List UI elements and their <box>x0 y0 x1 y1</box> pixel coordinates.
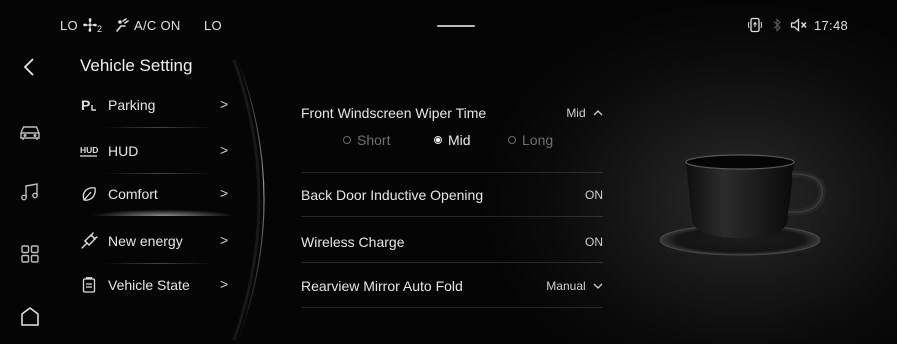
bluetooth-icon <box>772 17 782 33</box>
back-door-toggle[interactable]: ON <box>585 188 603 202</box>
menu-item-label: HUD <box>108 143 139 159</box>
back-door-label: Back Door Inductive Opening <box>301 187 484 203</box>
row-divider <box>301 172 603 173</box>
vehicle-setting-screen: LO 2 A/C ON LO 17:48 Vehicle Setting P P… <box>0 0 897 344</box>
mute-icon[interactable] <box>790 17 810 33</box>
left-rail <box>0 48 62 344</box>
new-energy-icon <box>80 232 98 250</box>
chevron-right-icon: > <box>220 276 229 292</box>
fan-level: 2 <box>97 24 103 34</box>
wireless-charge-toggle[interactable]: ON <box>585 235 603 249</box>
drag-handle[interactable] <box>437 25 475 27</box>
option-label: Short <box>357 132 391 148</box>
music-icon[interactable] <box>16 178 44 206</box>
wiper-option-mid[interactable]: Mid <box>434 132 471 148</box>
hud-icon: HUD <box>80 142 98 160</box>
row-divider <box>301 216 603 217</box>
apps-icon[interactable] <box>16 240 44 268</box>
chevron-down-icon <box>593 283 603 289</box>
wiper-option-long[interactable]: Long <box>508 132 553 148</box>
chevron-right-icon: > <box>220 96 229 112</box>
radio-icon <box>508 136 516 144</box>
chevron-up-icon <box>593 110 603 116</box>
mirror-fold-dropdown[interactable]: Manual <box>546 279 603 293</box>
chevron-right-icon: > <box>220 142 229 158</box>
wireless-charge-label: Wireless Charge <box>301 234 405 250</box>
ac-status[interactable]: A/C ON <box>134 18 181 33</box>
menu-item-label: New energy <box>108 233 183 249</box>
menu-item-label: Vehicle State <box>108 277 190 293</box>
left-temp[interactable]: LO <box>60 18 78 33</box>
coffee-cup-illustration <box>659 154 826 256</box>
radio-icon <box>343 136 351 144</box>
menu-item-comfort[interactable]: Comfort > <box>80 171 240 217</box>
radio-selected-icon <box>434 136 442 144</box>
mirror-fold-label: Rearview Mirror Auto Fold <box>301 278 463 294</box>
fan-icon[interactable] <box>82 17 98 33</box>
comfort-icon <box>80 185 98 203</box>
right-temp[interactable]: LO <box>204 18 222 33</box>
chevron-right-icon: > <box>220 232 229 248</box>
row-divider <box>301 307 603 308</box>
mirror-fold-value: Manual <box>546 279 586 293</box>
menu-item-hud[interactable]: HUD HUD > <box>80 128 240 174</box>
svg-text:P: P <box>81 97 90 113</box>
wiper-time-row[interactable]: Front Windscreen Wiper Time Mid <box>301 92 603 132</box>
wiper-option-short[interactable]: Short <box>343 132 390 148</box>
status-bar: LO 2 A/C ON LO 17:48 <box>0 0 897 48</box>
back-door-row[interactable]: Back Door Inductive Opening ON <box>301 174 603 214</box>
page-title: Vehicle Setting <box>80 56 193 75</box>
menu-item-vehicle-state[interactable]: Vehicle State > <box>80 262 240 308</box>
wireless-charge-row[interactable]: Wireless Charge ON <box>301 221 603 261</box>
menu-item-new-energy[interactable]: New energy > <box>80 218 240 264</box>
parking-icon: P <box>80 96 98 114</box>
clock: 17:48 <box>814 18 849 33</box>
menu-item-parking[interactable]: P Parking > <box>80 82 240 128</box>
seat-heat-icon[interactable] <box>114 17 130 33</box>
home-icon[interactable] <box>16 302 44 330</box>
row-divider <box>301 262 603 263</box>
wiper-time-value: Mid <box>566 106 586 120</box>
menu-item-label: Parking <box>108 97 156 113</box>
phone-icon <box>748 17 762 33</box>
mirror-fold-row[interactable]: Rearview Mirror Auto Fold Manual <box>301 265 603 305</box>
vehicle-state-icon <box>80 276 98 294</box>
svg-text:HUD: HUD <box>80 145 98 155</box>
option-label: Mid <box>448 132 471 148</box>
wiper-time-dropdown[interactable]: Mid <box>566 106 603 120</box>
chevron-right-icon: > <box>220 185 229 201</box>
wiper-time-label: Front Windscreen Wiper Time <box>301 105 487 121</box>
option-label: Long <box>522 132 554 148</box>
car-icon[interactable] <box>16 118 44 146</box>
menu-item-label: Comfort <box>108 186 158 202</box>
back-icon[interactable] <box>16 53 44 81</box>
